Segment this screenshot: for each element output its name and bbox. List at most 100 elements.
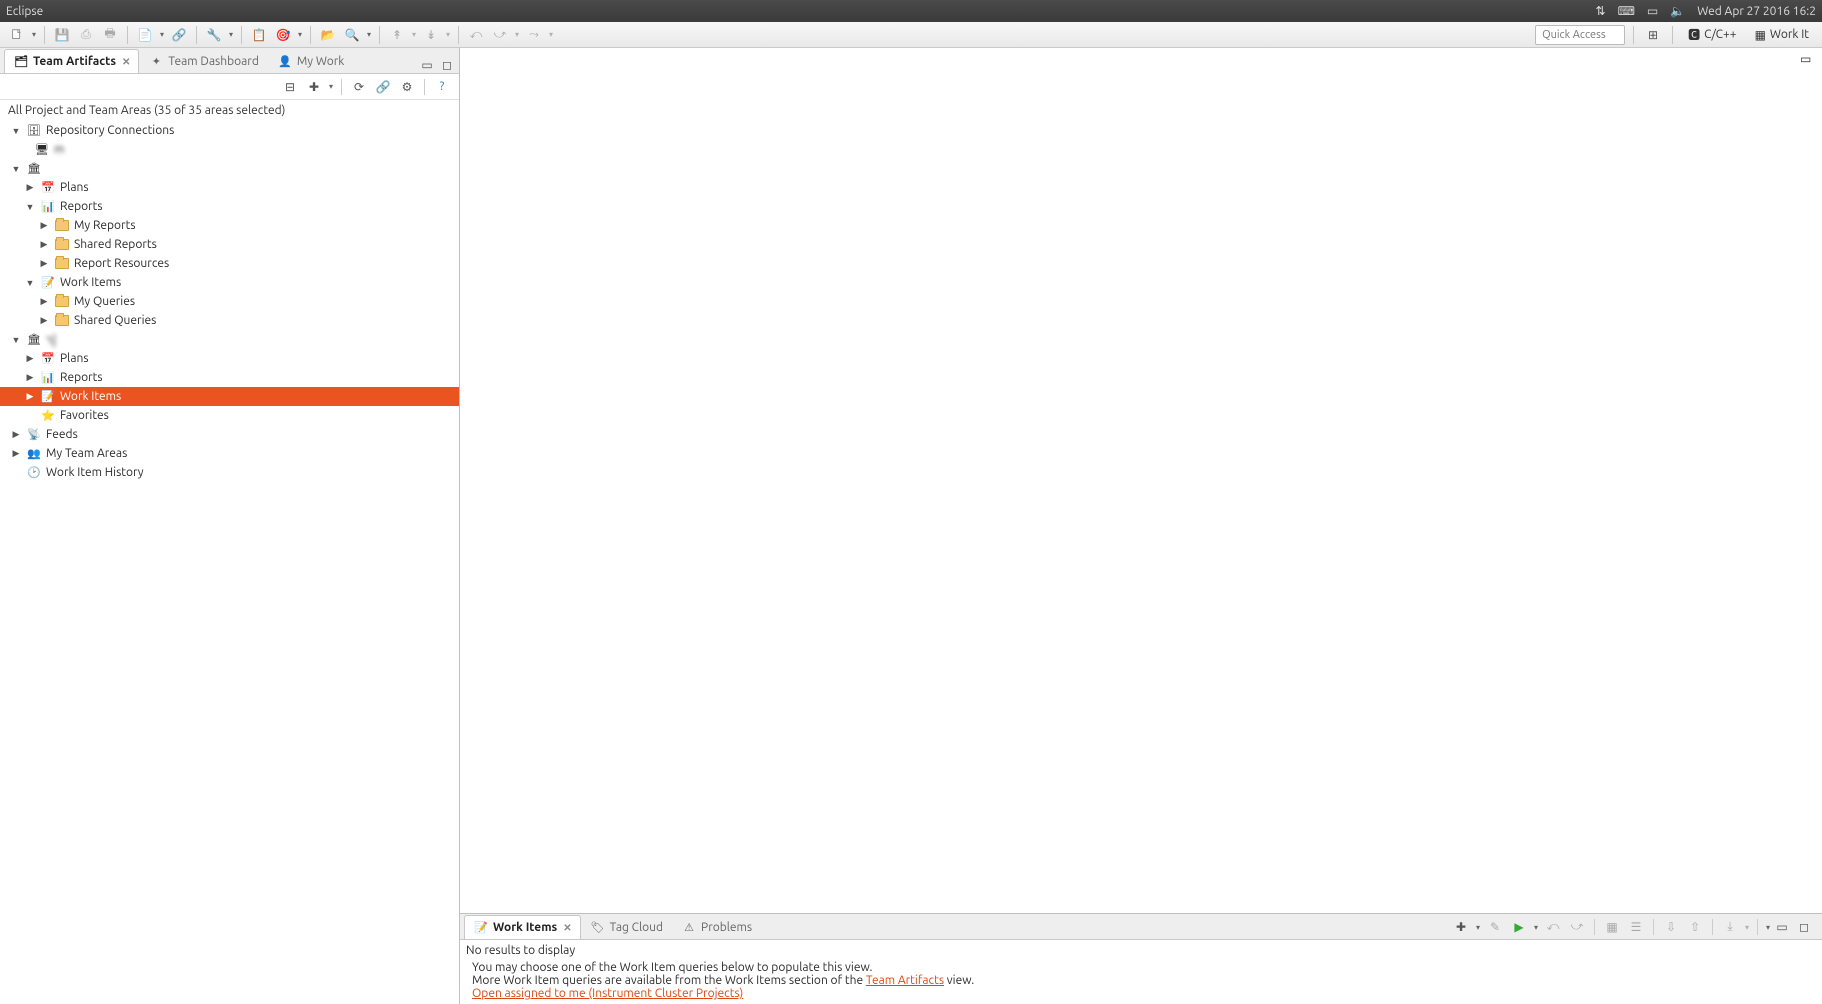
tab-team-dashboard[interactable]: ✦ Team Dashboard [139, 49, 267, 73]
run-query-button[interactable]: ▶ [1508, 916, 1530, 938]
chevron-right-icon[interactable]: ▶ [24, 182, 36, 193]
new-dropdown[interactable]: ▾ [30, 30, 38, 39]
close-tab-icon[interactable]: ✕ [122, 56, 130, 68]
tree-feeds[interactable]: ▶ 📡 Feeds [0, 425, 459, 444]
tree-favorites[interactable]: ▶ ⭐ Favorites [0, 406, 459, 425]
mywork-icon: 👤 [277, 54, 293, 70]
tree-reports-2[interactable]: ▶ 📊 Reports [0, 368, 459, 387]
wifi-icon[interactable]: ⇅ [1596, 4, 1606, 18]
folder-icon [54, 218, 70, 234]
editor-area: ▭ [460, 48, 1822, 914]
down-button: ⇩ [1660, 916, 1682, 938]
collapse-all-button[interactable]: ⊟ [279, 76, 301, 98]
minimize-view-button[interactable]: ▭ [419, 57, 435, 73]
new-workitem-button[interactable]: 📄 [134, 24, 156, 46]
chevron-down-icon[interactable]: ▼ [10, 126, 22, 136]
perspective-workitems[interactable]: ▦Work It [1748, 24, 1816, 46]
workitems-hint-1: You may choose one of the Work Item quer… [472, 961, 1816, 974]
battery-icon[interactable]: ▭ [1647, 4, 1658, 18]
tab-work-items[interactable]: 📝 Work Items ✕ [464, 915, 581, 939]
chevron-right-icon[interactable]: ▶ [38, 239, 50, 250]
tree-plans-1[interactable]: ▶ 📅 Plans [0, 178, 459, 197]
run-query-dropdown[interactable]: ▾ [1532, 923, 1540, 932]
targets-button[interactable]: 🎯 [272, 24, 294, 46]
refresh-button[interactable]: ⟳ [348, 76, 370, 98]
clipboard-button[interactable]: 📋 [248, 24, 270, 46]
chevron-right-icon[interactable]: ▶ [24, 391, 36, 402]
new-workitem-dropdown[interactable]: ▾ [158, 30, 166, 39]
area-filter-label[interactable]: All Project and Team Areas (35 of 35 are… [0, 100, 459, 121]
open-perspective-button[interactable]: ⊞ [1642, 24, 1664, 46]
left-view-tabs: 🗂 Team Artifacts ✕ ✦ Team Dashboard 👤 My… [0, 48, 459, 74]
tree-shared-reports[interactable]: ▶ Shared Reports [0, 235, 459, 254]
tab-problems[interactable]: ⚠ Problems [672, 915, 761, 939]
tree-project-area-1[interactable]: ▼ 🏛 [0, 159, 459, 178]
chevron-right-icon[interactable]: ▶ [24, 353, 36, 364]
chevron-down-icon[interactable]: ▼ [10, 335, 22, 345]
settings-button[interactable]: ⚙ [396, 76, 418, 98]
tree-my-queries[interactable]: ▶ My Queries [0, 292, 459, 311]
maximize-view-button[interactable]: ◻ [439, 57, 455, 73]
new-button[interactable] [6, 24, 28, 46]
tree-project-area-2[interactable]: ▼ 🏛 ר] [0, 330, 459, 349]
tree-shared-queries[interactable]: ▶ Shared Queries [0, 311, 459, 330]
tree-work-items-2[interactable]: ▶ 📝 Work Items [0, 387, 459, 406]
minimize-bottom-button[interactable]: ▭ [1774, 919, 1790, 935]
new-workitem-view-button[interactable]: ✚ [1450, 916, 1472, 938]
search-button[interactable]: 🔍 [341, 24, 363, 46]
tab-tag-cloud[interactable]: 🏷 Tag Cloud [581, 915, 672, 939]
edit-button: ✎ [1484, 916, 1506, 938]
new-query-button[interactable]: ✚ [303, 76, 325, 98]
help-button[interactable]: ? [431, 76, 453, 98]
forward-dropdown: ▾ [513, 30, 521, 39]
keyboard-icon[interactable]: ⌨ [1618, 4, 1635, 18]
quick-access-input[interactable] [1535, 25, 1625, 45]
restore-editor-button[interactable]: ▭ [1800, 52, 1816, 62]
view-menu-dropdown[interactable]: ▾ [1764, 923, 1772, 932]
tree-plans-2[interactable]: ▶ 📅 Plans [0, 349, 459, 368]
connect-button[interactable]: 🔗 [168, 24, 190, 46]
open-assigned-to-me-link[interactable]: Open assigned to me (Instrument Cluster … [472, 987, 743, 1000]
build-dropdown[interactable]: ▾ [227, 30, 235, 39]
sound-icon[interactable]: 🔈 [1670, 4, 1685, 18]
chevron-right-icon[interactable]: ▶ [38, 258, 50, 269]
perspective-cpp[interactable]: 🅲C/C++ [1681, 24, 1744, 46]
favorites-icon: ⭐ [40, 408, 56, 424]
chevron-right-icon[interactable]: ▶ [10, 448, 22, 459]
search-dropdown[interactable]: ▾ [365, 30, 373, 39]
new-workitem-view-dropdown[interactable]: ▾ [1474, 923, 1482, 932]
targets-dropdown[interactable]: ▾ [296, 30, 304, 39]
bottom-view-tabs: 📝 Work Items ✕ 🏷 Tag Cloud ⚠ Problems ✚ … [460, 914, 1822, 940]
tree-repo-connection-item[interactable]: 🖥 m [0, 140, 459, 159]
tree-work-item-history[interactable]: ▶ 🕑 Work Item History [0, 463, 459, 482]
clock[interactable]: Wed Apr 27 2016 16:2 [1697, 5, 1816, 18]
chevron-down-icon[interactable]: ▼ [10, 164, 22, 174]
tree-my-reports[interactable]: ▶ My Reports [0, 216, 459, 235]
tab-team-artifacts[interactable]: 🗂 Team Artifacts ✕ [4, 49, 139, 73]
history-icon: 🕑 [26, 465, 42, 481]
new-query-dropdown[interactable]: ▾ [327, 82, 335, 91]
repo-icon: 🗄 [26, 123, 42, 139]
build-button[interactable]: 🔧 [203, 24, 225, 46]
chevron-right-icon[interactable]: ▶ [38, 220, 50, 231]
maximize-bottom-button[interactable]: ◻ [1796, 919, 1812, 935]
grid-button: ▦ [1601, 916, 1623, 938]
link-button[interactable]: 🔗 [372, 76, 394, 98]
chevron-right-icon[interactable]: ▶ [10, 429, 22, 440]
tree-reports-1[interactable]: ▼ 📊 Reports [0, 197, 459, 216]
tree-report-resources[interactable]: ▶ Report Resources [0, 254, 459, 273]
tree-my-team-areas[interactable]: ▶ 👥 My Team Areas [0, 444, 459, 463]
close-tab-icon[interactable]: ✕ [563, 922, 571, 934]
chevron-right-icon[interactable]: ▶ [38, 296, 50, 307]
nav-forward-button: ⤳ [523, 24, 545, 46]
tree-repository-connections[interactable]: ▼ 🗄 Repository Connections [0, 121, 459, 140]
chevron-right-icon[interactable]: ▶ [38, 315, 50, 326]
chevron-down-icon[interactable]: ▼ [24, 202, 36, 212]
chevron-down-icon[interactable]: ▼ [24, 278, 36, 288]
open-button[interactable]: 📂 [317, 24, 339, 46]
tab-my-work[interactable]: 👤 My Work [268, 49, 354, 73]
tree-work-items-1[interactable]: ▼ 📝 Work Items [0, 273, 459, 292]
forward-button: ⤻ [489, 24, 511, 46]
team-artifacts-link[interactable]: Team Artifacts [866, 974, 944, 987]
chevron-right-icon[interactable]: ▶ [24, 372, 36, 383]
